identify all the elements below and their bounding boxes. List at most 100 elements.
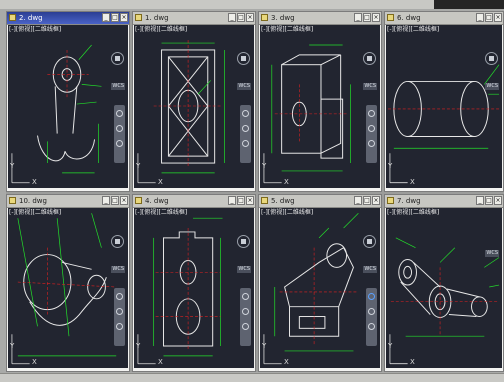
navigation-bar-icon[interactable] (114, 288, 125, 346)
zoom-icon[interactable] (368, 308, 375, 315)
restore-button[interactable]: □ (363, 13, 371, 22)
window-title-bar[interactable]: 1. dwg _ □ × (133, 12, 255, 25)
restore-button[interactable]: □ (363, 196, 371, 205)
close-button[interactable]: × (246, 196, 254, 205)
wcs-label[interactable]: WCS (363, 266, 377, 273)
drawing-window-2[interactable]: 1. dwg _ □ × [-][俯视][二维线框] WCS Y X (132, 11, 256, 192)
navigation-bar-icon[interactable] (240, 288, 251, 346)
close-button[interactable]: × (120, 196, 128, 205)
viewcube-icon[interactable] (237, 235, 250, 248)
minimize-button[interactable]: _ (228, 196, 236, 205)
minimize-button[interactable]: _ (476, 13, 484, 22)
wcs-label[interactable]: WCS (485, 250, 499, 257)
zoom-icon[interactable] (116, 308, 123, 315)
zoom-icon[interactable] (242, 308, 249, 315)
window-title-bar[interactable]: 4. dwg _ □ × (133, 195, 255, 208)
pan-icon[interactable] (368, 293, 375, 300)
close-button[interactable]: × (372, 13, 380, 22)
minimize-button[interactable]: _ (228, 13, 236, 22)
close-button[interactable]: × (494, 13, 502, 22)
viewport-label[interactable]: [-][俯视][二维线框] (261, 208, 313, 218)
restore-button[interactable]: □ (111, 196, 119, 205)
viewcube-icon[interactable] (111, 52, 124, 65)
model-space-canvas[interactable]: [-][俯视][二维线框] WCS Y X (134, 208, 254, 368)
wcs-label[interactable]: WCS (237, 83, 251, 90)
window-title-bar[interactable]: 10. dwg _ □ × (7, 195, 129, 208)
window-title: 4. dwg (145, 197, 169, 205)
model-space-canvas[interactable]: [-][俯视][二维线框] WCS Y X (260, 208, 380, 368)
zoom-icon[interactable] (368, 125, 375, 132)
drawing-window-5[interactable]: 10. dwg _ □ × [-][俯视][二维线框] WCS Y X (6, 194, 130, 372)
model-space-canvas[interactable]: [-][俯视][二维线框] WCS Y X (8, 25, 128, 188)
close-button[interactable]: × (494, 196, 502, 205)
viewport-label[interactable]: [-][俯视][二维线框] (387, 25, 439, 35)
navigation-bar-icon[interactable] (366, 288, 377, 346)
window-title-bar[interactable]: 3. dwg _ □ × (259, 12, 381, 25)
pan-icon[interactable] (242, 110, 249, 117)
navigation-bar-icon[interactable] (114, 105, 125, 163)
wcs-label[interactable]: WCS (111, 266, 125, 273)
close-button[interactable]: × (372, 196, 380, 205)
model-space-canvas[interactable]: [-][俯视][二维线框] WCS Y X (134, 25, 254, 188)
wcs-label[interactable]: WCS (111, 83, 125, 90)
drawing-window-3[interactable]: 3. dwg _ □ × [-][俯视][二维线框] WCS Y X (258, 11, 382, 192)
restore-button[interactable]: □ (485, 196, 493, 205)
drawing-window-6[interactable]: 4. dwg _ □ × [-][俯视][二维线框] WCS Y X (132, 194, 256, 372)
restore-button[interactable]: □ (111, 13, 119, 22)
viewcube-icon[interactable] (111, 235, 124, 248)
viewport-label[interactable]: [-][俯视][二维线框] (135, 208, 187, 218)
zoom-icon[interactable] (116, 125, 123, 132)
minimize-button[interactable]: _ (354, 196, 362, 205)
minimize-button[interactable]: _ (354, 13, 362, 22)
model-space-canvas[interactable]: [-][俯视][二维线框] WCS Y X (8, 208, 128, 368)
restore-button[interactable]: □ (237, 13, 245, 22)
minimize-button[interactable]: _ (102, 196, 110, 205)
drawing-window-8[interactable]: 7. dwg _ □ × [-][俯视][二维线框] WCS Y X (384, 194, 504, 372)
viewcube-icon[interactable] (363, 52, 376, 65)
close-button[interactable]: × (246, 13, 254, 22)
drawing-window-4[interactable]: 6. dwg _ □ × [-][俯视][二维线框] WCS Y X (384, 11, 504, 192)
pan-icon[interactable] (116, 110, 123, 117)
navigation-bar-icon[interactable] (240, 105, 251, 163)
minimize-button[interactable]: _ (476, 196, 484, 205)
orbit-icon[interactable] (242, 140, 249, 147)
drawing-geometry (11, 213, 117, 365)
ucs-x-axis-label: X (32, 358, 37, 366)
orbit-icon[interactable] (116, 140, 123, 147)
minimize-button[interactable]: _ (102, 13, 110, 22)
close-button[interactable]: × (120, 13, 128, 22)
viewcube-icon[interactable] (363, 235, 376, 248)
restore-button[interactable]: □ (237, 196, 245, 205)
pan-icon[interactable] (368, 110, 375, 117)
viewport-label[interactable]: [-][俯视][二维线框] (387, 208, 439, 218)
orbit-icon[interactable] (116, 323, 123, 330)
ucs-x-axis-label: X (32, 178, 37, 186)
orbit-icon[interactable] (368, 323, 375, 330)
viewport-label[interactable]: [-][俯视][二维线框] (135, 25, 187, 35)
model-space-canvas[interactable]: [-][俯视][二维线框] WCS Y X (260, 25, 380, 188)
wcs-label[interactable]: WCS (485, 83, 499, 90)
window-title-bar[interactable]: 5. dwg _ □ × (259, 195, 381, 208)
viewcube-icon[interactable] (237, 52, 250, 65)
model-space-canvas[interactable]: [-][俯视][二维线框] WCS Y X (386, 25, 502, 188)
orbit-icon[interactable] (368, 140, 375, 147)
viewport-label[interactable]: [-][俯视][二维线框] (261, 25, 313, 35)
viewport-label[interactable]: [-][俯视][二维线框] (9, 25, 61, 35)
window-title-bar[interactable]: 6. dwg _ □ × (385, 12, 503, 25)
drawing-window-7[interactable]: 5. dwg _ □ × [-][俯视][二维线框] WCS Y X (258, 194, 382, 372)
drawing-window-1[interactable]: 2. dwg _ □ × [-][俯视][二维线框] WCS Y X (6, 11, 130, 192)
model-space-canvas[interactable]: [-][俯视][二维线框] WCS Y X (386, 208, 502, 368)
orbit-icon[interactable] (242, 323, 249, 330)
window-title-bar[interactable]: 2. dwg _ □ × (7, 12, 129, 25)
drawing-geometry (263, 213, 359, 365)
zoom-icon[interactable] (242, 125, 249, 132)
viewport-label[interactable]: [-][俯视][二维线框] (9, 208, 61, 218)
wcs-label[interactable]: WCS (363, 83, 377, 90)
navigation-bar-icon[interactable] (366, 105, 377, 163)
wcs-label[interactable]: WCS (237, 266, 251, 273)
restore-button[interactable]: □ (485, 13, 493, 22)
pan-icon[interactable] (116, 293, 123, 300)
window-title-bar[interactable]: 7. dwg _ □ × (385, 195, 503, 208)
pan-icon[interactable] (242, 293, 249, 300)
viewcube-icon[interactable] (485, 52, 498, 65)
